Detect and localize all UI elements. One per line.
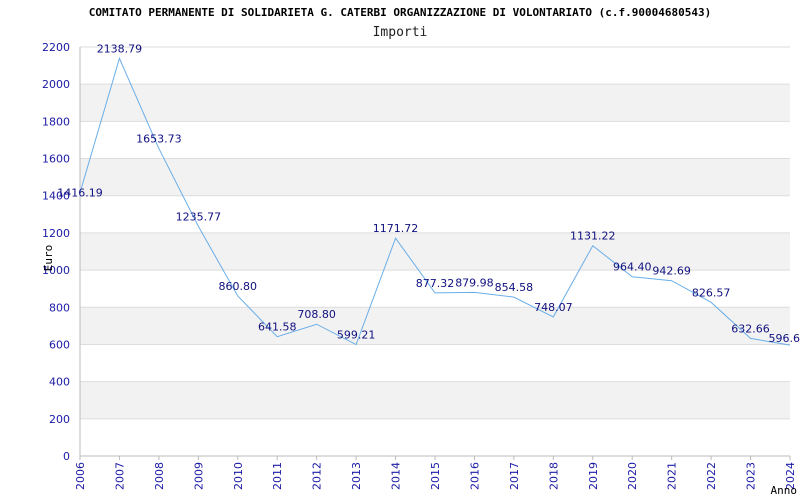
plot-band <box>80 307 790 345</box>
y-tick-label: 1200 <box>42 227 70 240</box>
x-tick-label: 2017 <box>508 462 521 490</box>
y-tick-label: 2200 <box>42 41 70 54</box>
data-label: 1131.22 <box>570 230 616 243</box>
data-label: 1171.72 <box>373 222 419 235</box>
data-label: 1235.77 <box>176 210 222 223</box>
x-axis-ticks: 2006 2007 2008 2009 2010 2011 2012 2013 2014 2015… <box>74 456 797 490</box>
x-tick-label: 2019 <box>587 462 600 490</box>
y-tick-label: 800 <box>49 301 70 314</box>
data-label: 599.21 <box>337 329 376 342</box>
y-tick-label: 600 <box>49 338 70 351</box>
data-label: 877.32 <box>416 277 455 290</box>
data-label: 748.07 <box>534 301 573 314</box>
y-tick-label: 0 <box>63 450 70 463</box>
x-tick-label: 2014 <box>390 462 403 490</box>
data-label: 826.57 <box>692 286 731 299</box>
plot-area: 0200400600800100012001400160018002000220… <box>42 41 800 497</box>
y-tick-label: 1800 <box>42 115 70 128</box>
data-label: 942.69 <box>652 265 691 278</box>
data-label: 1653.73 <box>136 133 182 146</box>
y-tick-label: 2000 <box>42 78 70 91</box>
x-tick-label: 2011 <box>271 462 284 490</box>
x-tick-label: 2021 <box>666 462 679 490</box>
x-tick-label: 2016 <box>468 462 481 490</box>
x-tick-label: 2008 <box>153 462 166 490</box>
data-label: 1416.19 <box>57 187 103 200</box>
x-tick-label: 2007 <box>113 462 126 490</box>
x-tick-label: 2023 <box>745 462 758 490</box>
x-tick-label: 2013 <box>350 462 363 490</box>
data-label: 632.66 <box>731 322 770 335</box>
x-tick-label: 2018 <box>547 462 560 490</box>
y-axis-label: Euro <box>42 245 55 272</box>
x-tick-label: 2006 <box>74 462 87 490</box>
x-tick-label: 2010 <box>232 462 245 490</box>
x-tick-label: 2020 <box>626 462 639 490</box>
plot-band <box>80 158 790 196</box>
chart: COMITATO PERMANENTE DI SOLIDARIETA G. CA… <box>0 0 800 500</box>
y-tick-label: 200 <box>49 413 70 426</box>
plot-band <box>80 84 790 122</box>
data-label: 879.98 <box>455 276 494 289</box>
data-label: 641.58 <box>258 321 297 334</box>
plot-band <box>80 381 790 419</box>
x-tick-label: 2022 <box>705 462 718 490</box>
y-tick-label: 400 <box>49 376 70 389</box>
data-label: 854.58 <box>495 281 534 294</box>
data-label: 964.40 <box>613 261 652 274</box>
x-tick-label: 2009 <box>192 462 205 490</box>
y-tick-label: 1600 <box>42 153 70 166</box>
x-tick-label: 2012 <box>311 462 324 490</box>
x-axis-label: Anno <box>771 484 798 497</box>
x-tick-label: 2015 <box>429 462 442 490</box>
plot-bands <box>80 84 790 419</box>
data-label: 708.80 <box>297 308 336 321</box>
data-label: 596.6 <box>769 332 800 345</box>
data-label: 2138.79 <box>97 42 143 55</box>
data-label: 860.80 <box>219 280 258 293</box>
